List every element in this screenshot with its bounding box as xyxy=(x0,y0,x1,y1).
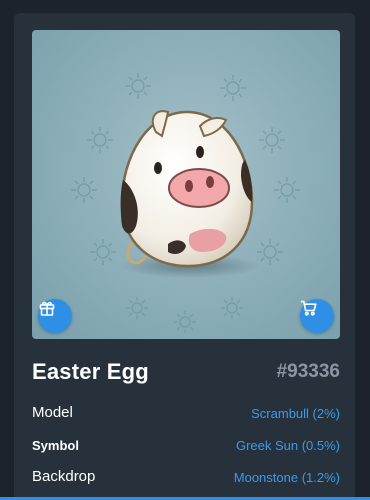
gift-card: Easter Egg #93336 Model Scrambull (2%) S… xyxy=(14,13,355,500)
attribute-label: Symbol xyxy=(32,438,79,453)
item-title: Easter Egg xyxy=(32,359,149,384)
attribute-row-symbol: Symbol Greek Sun (0.5%) xyxy=(32,436,340,458)
item-serial: #93336 xyxy=(276,361,340,382)
gift-artwork[interactable] xyxy=(32,30,340,339)
attribute-value-link[interactable]: Scrambull (2%) xyxy=(251,406,340,421)
gift-button[interactable] xyxy=(38,299,72,333)
attribute-label: Backdrop xyxy=(32,468,96,485)
buy-button[interactable] xyxy=(300,299,334,333)
egg-illustration xyxy=(71,73,300,333)
attribute-row-model: Model Scrambull (2%) xyxy=(32,404,340,426)
attribute-value-link[interactable]: Moonstone (1.2%) xyxy=(234,470,340,485)
attribute-row-backdrop: Backdrop Moonstone (1.2%) xyxy=(32,468,340,490)
attribute-value-link[interactable]: Greek Sun (0.5%) xyxy=(236,438,340,453)
sun-symbol xyxy=(125,73,151,99)
attribute-label: Model xyxy=(32,404,73,421)
